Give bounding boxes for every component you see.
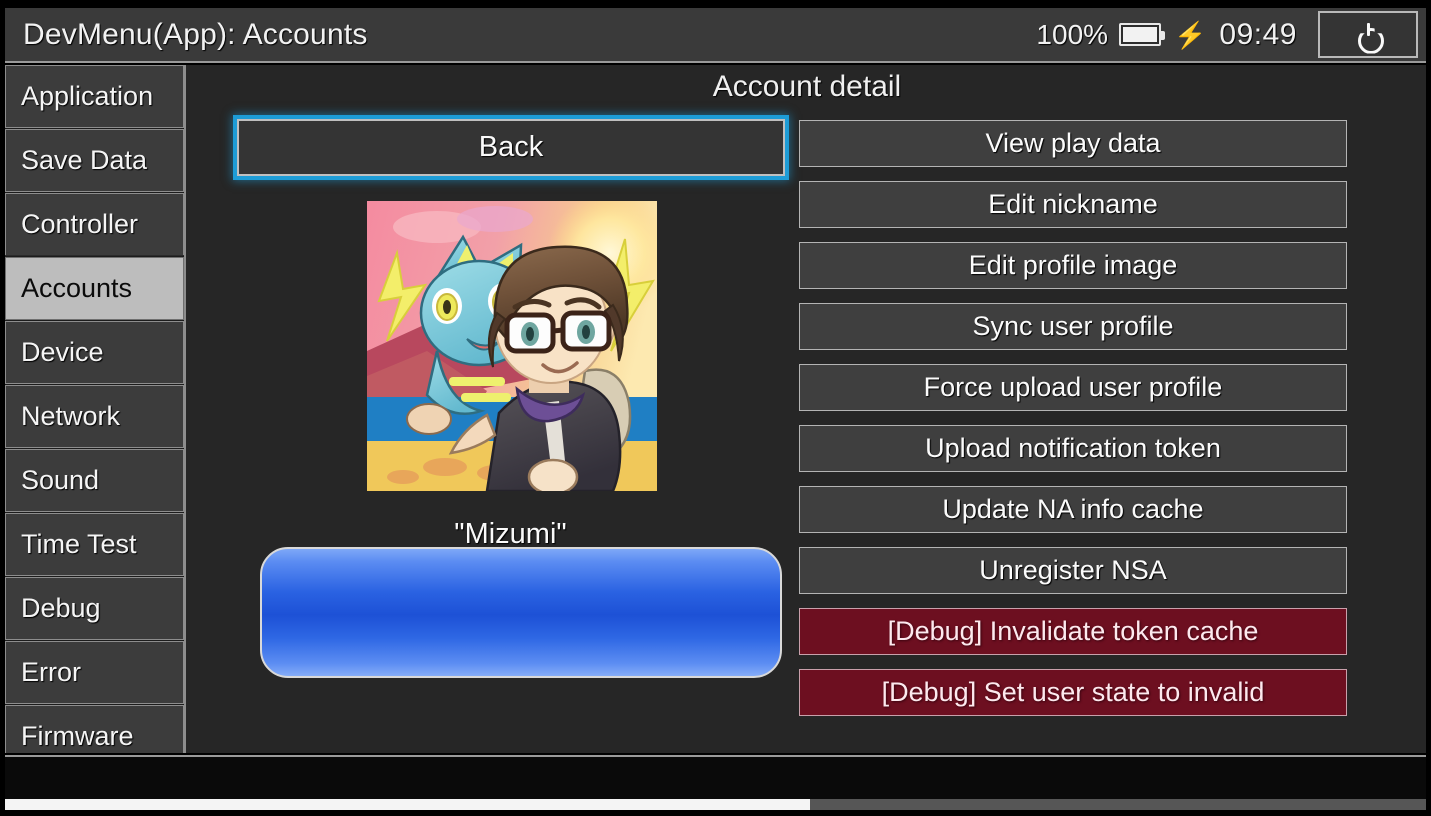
action-label: [Debug] Invalidate token cache [887, 616, 1259, 646]
scrollbar-thumb[interactable] [5, 799, 810, 810]
sidebar-item-label: Save Data [21, 145, 148, 175]
sidebar-item-error[interactable]: Error [5, 641, 184, 704]
view-play-data-button[interactable]: View play data [799, 120, 1347, 167]
sidebar-item-application[interactable]: Application [5, 65, 184, 128]
sidebar: Application Save Data Controller Account… [5, 65, 186, 753]
lightning-bolt-icon: ⚡ [1174, 19, 1207, 50]
power-icon [1356, 22, 1380, 47]
sidebar-item-label: Sound [21, 465, 100, 495]
clock-label: 09:49 [1219, 17, 1297, 51]
sidebar-item-device[interactable]: Device [5, 321, 184, 384]
blue-panel[interactable] [260, 547, 782, 678]
battery-percent-label: 100% [1036, 18, 1109, 50]
sidebar-item-label: Network [21, 401, 121, 431]
action-label: Edit profile image [968, 250, 1178, 280]
sidebar-item-network[interactable]: Network [5, 385, 184, 448]
back-button-label: Back [478, 131, 544, 163]
user-profile-image [367, 201, 657, 491]
action-label: Force upload user profile [923, 372, 1223, 402]
edit-profile-image-button[interactable]: Edit profile image [799, 242, 1347, 289]
account-detail-heading: Account detail [712, 70, 902, 103]
devmenu-screen: DevMenu(App): Accounts 100% ⚡ 09:49 Appl… [0, 0, 1431, 816]
body-panel: Application Save Data Controller Account… [5, 65, 1426, 753]
sidebar-item-label: Controller [21, 209, 139, 239]
upload-notification-token-button[interactable]: Upload notification token [799, 425, 1347, 472]
action-label: Edit nickname [988, 189, 1158, 219]
action-label: View play data [985, 128, 1161, 158]
action-label: Upload notification token [925, 433, 1221, 463]
sidebar-item-sound[interactable]: Sound [5, 449, 184, 512]
sync-user-profile-button[interactable]: Sync user profile [799, 303, 1347, 350]
action-label: Update NA info cache [942, 494, 1204, 524]
sidebar-item-accounts[interactable]: Accounts [5, 255, 184, 322]
sidebar-item-label: Accounts [21, 273, 133, 303]
status-area: 100% ⚡ 09:49 [1036, 8, 1418, 61]
battery-full-icon [1119, 23, 1166, 46]
horizontal-scrollbar[interactable] [5, 799, 1426, 810]
action-button-column: View play data Edit nickname Edit profil… [799, 120, 1347, 730]
unregister-nsa-button[interactable]: Unregister NSA [799, 547, 1347, 594]
sidebar-item-label: Firmware [21, 721, 134, 751]
sidebar-item-save-data[interactable]: Save Data [5, 129, 184, 192]
sidebar-item-firmware[interactable]: Firmware [5, 705, 184, 753]
sidebar-item-label: Time Test [21, 529, 137, 559]
action-label: [Debug] Set user state to invalid [881, 677, 1265, 707]
sidebar-item-label: Application [21, 81, 154, 111]
title-bar: DevMenu(App): Accounts 100% ⚡ 09:49 [5, 8, 1426, 63]
sidebar-item-label: Error [21, 657, 81, 687]
update-na-info-cache-button[interactable]: Update NA info cache [799, 486, 1347, 533]
edit-nickname-button[interactable]: Edit nickname [799, 181, 1347, 228]
content-area: Account detail Back "Mizumi" View play d… [188, 65, 1426, 753]
force-upload-user-profile-button[interactable]: Force upload user profile [799, 364, 1347, 411]
page-title: DevMenu(App): Accounts [23, 17, 368, 51]
debug-set-user-state-invalid-button[interactable]: [Debug] Set user state to invalid [799, 669, 1347, 716]
back-button[interactable]: Back [237, 119, 785, 176]
debug-invalidate-token-cache-button[interactable]: [Debug] Invalidate token cache [799, 608, 1347, 655]
sidebar-item-controller[interactable]: Controller [5, 193, 184, 256]
sidebar-item-debug[interactable]: Debug [5, 577, 184, 640]
power-button[interactable] [1318, 11, 1418, 58]
bottom-console-area [5, 755, 1426, 805]
sidebar-item-label: Debug [21, 593, 101, 623]
action-label: Sync user profile [972, 311, 1174, 341]
sidebar-item-label: Device [21, 337, 104, 367]
action-label: Unregister NSA [979, 555, 1167, 585]
sidebar-item-time-test[interactable]: Time Test [5, 513, 184, 576]
